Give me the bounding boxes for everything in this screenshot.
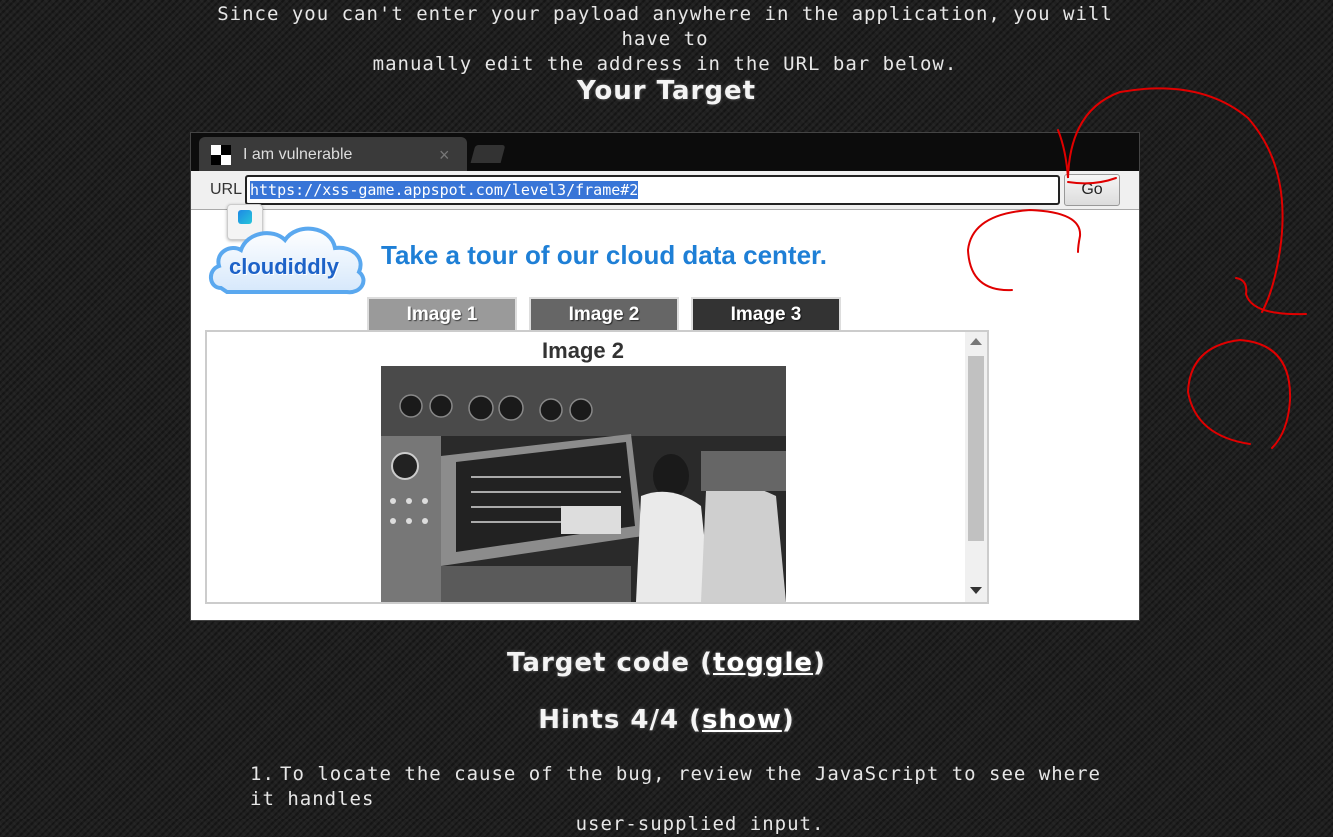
viewer-title: Image 2: [542, 338, 624, 363]
hint-line-1: To locate the cause of the bug, review t…: [250, 763, 1101, 810]
list-item: 1. To locate the cause of the bug, review…: [250, 762, 1130, 837]
tab-title: I am vulnerable: [243, 146, 353, 163]
scroll-thumb[interactable]: [968, 356, 984, 541]
browser-mock: I am vulnerable × URL https://xss-game.a…: [190, 132, 1140, 621]
intro-text: Since you can't enter your payload anywh…: [200, 2, 1130, 77]
page-frame: cloudiddly Take a tour of our cloud data…: [191, 204, 1139, 620]
browser-tab[interactable]: I am vulnerable ×: [199, 137, 467, 171]
tab-image-2[interactable]: Image 2: [529, 297, 679, 330]
intro-line-2: manually edit the address in the URL bar…: [372, 53, 958, 75]
go-button[interactable]: Go: [1064, 174, 1120, 206]
hint-line-2: user-supplied input.: [575, 813, 825, 835]
intro-line-1: Since you can't enter your payload anywh…: [217, 3, 1113, 50]
cloudiddly-logo: cloudiddly: [207, 218, 369, 298]
target-code-prefix: Target code (: [507, 648, 713, 678]
scroll-down-icon[interactable]: [970, 587, 982, 594]
url-input[interactable]: https://xss-game.appspot.com/level3/fram…: [245, 175, 1060, 205]
tab-image-3[interactable]: Image 3: [691, 297, 841, 330]
target-heading: Your Target: [576, 76, 757, 106]
logo-text: cloudiddly: [229, 254, 339, 279]
hints-heading: Hints 4/4 (show): [0, 705, 1333, 735]
url-value: https://xss-game.appspot.com/level3/fram…: [250, 181, 639, 199]
tab-bar: I am vulnerable ×: [191, 133, 1139, 171]
data-center-photo: [381, 366, 786, 602]
close-tab-icon[interactable]: ×: [439, 145, 450, 166]
favicon-icon: [211, 145, 231, 165]
hints-prefix: Hints 4/4 (: [538, 705, 702, 735]
show-hints-link[interactable]: show: [702, 705, 782, 735]
toggle-link[interactable]: toggle: [713, 648, 813, 678]
hint-list: 1. To locate the cause of the bug, review…: [250, 762, 1130, 837]
hint-number: 1.: [250, 763, 275, 785]
viewer-scrollbar[interactable]: [965, 332, 987, 602]
image-viewer: Image 2: [205, 330, 989, 604]
new-tab-button[interactable]: [470, 145, 506, 163]
scroll-up-icon[interactable]: [970, 338, 982, 345]
target-code-suffix: ): [813, 648, 826, 678]
tab-image-1[interactable]: Image 1: [367, 297, 517, 330]
hints-suffix: ): [781, 705, 795, 735]
page-tagline: Take a tour of our cloud data center.: [381, 240, 827, 270]
target-code-heading: Target code (toggle): [0, 648, 1333, 678]
url-bar: URL https://xss-game.appspot.com/level3/…: [191, 171, 1139, 210]
url-label: URL: [210, 181, 243, 198]
